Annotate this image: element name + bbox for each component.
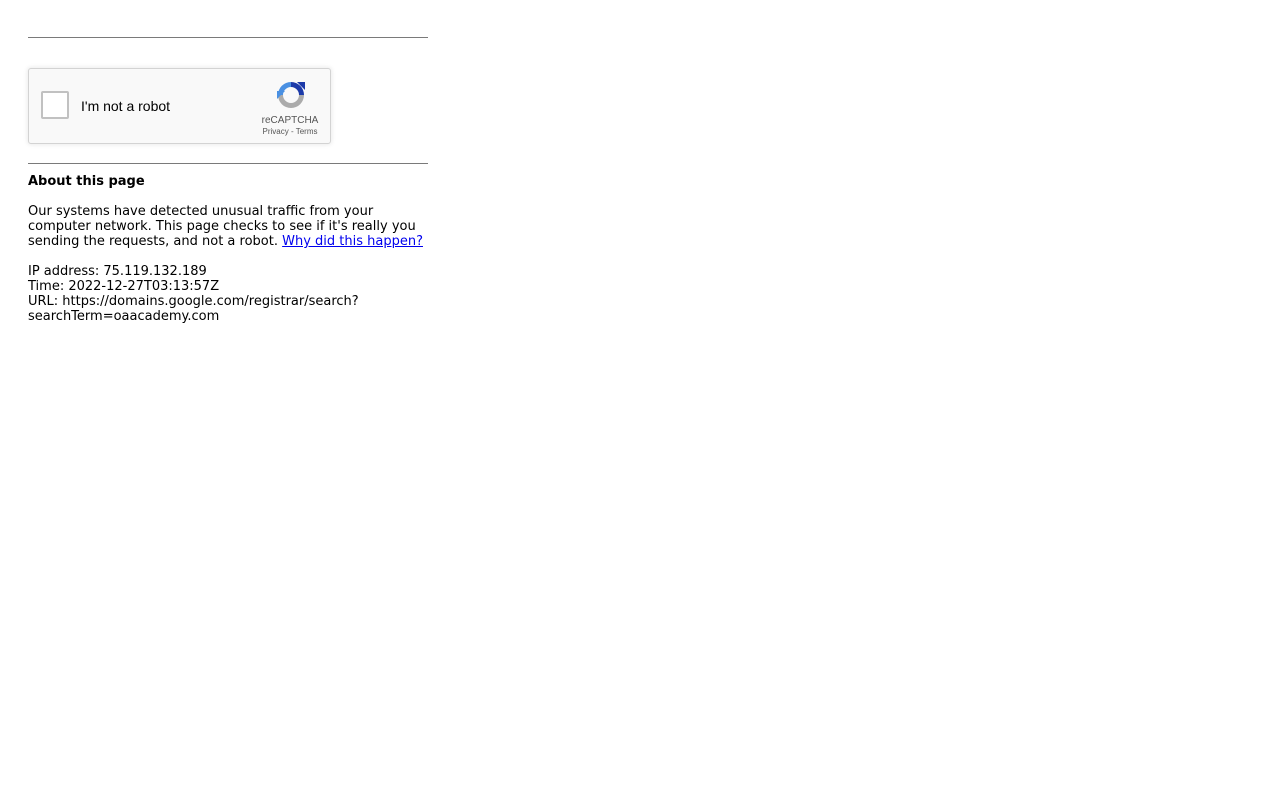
request-url-line-2: searchTerm=oaacademy.com bbox=[28, 309, 220, 324]
about-heading: About this page bbox=[28, 174, 145, 189]
bottom-divider bbox=[28, 163, 428, 164]
legal-separator: - bbox=[288, 127, 296, 136]
privacy-link[interactable]: Privacy bbox=[263, 127, 289, 136]
request-time: Time: 2022-12-27T03:13:57Z bbox=[28, 279, 220, 294]
recaptcha-legal-links: Privacy - Terms bbox=[249, 127, 331, 136]
recaptcha-checkbox[interactable] bbox=[41, 91, 69, 119]
request-url-line-1: URL: https://domains.google.com/registra… bbox=[28, 294, 359, 309]
terms-link[interactable]: Terms bbox=[296, 127, 318, 136]
recaptcha-brand: reCAPTCHA bbox=[261, 115, 319, 126]
ip-address: IP address: 75.119.132.189 bbox=[28, 264, 207, 279]
recaptcha-logo-icon bbox=[277, 82, 305, 108]
top-divider bbox=[28, 37, 428, 38]
about-message: Our systems have detected unusual traffi… bbox=[28, 204, 428, 249]
recaptcha-widget: I'm not a robot reCAPTCHA Privacy - Term… bbox=[28, 68, 331, 144]
captcha-page: I'm not a robot reCAPTCHA Privacy - Term… bbox=[28, 0, 428, 324]
recaptcha-label: I'm not a robot bbox=[81, 98, 171, 114]
why-did-this-happen-link[interactable]: Why did this happen? bbox=[282, 234, 423, 249]
request-details: IP address: 75.119.132.189 Time: 2022-12… bbox=[28, 264, 428, 324]
